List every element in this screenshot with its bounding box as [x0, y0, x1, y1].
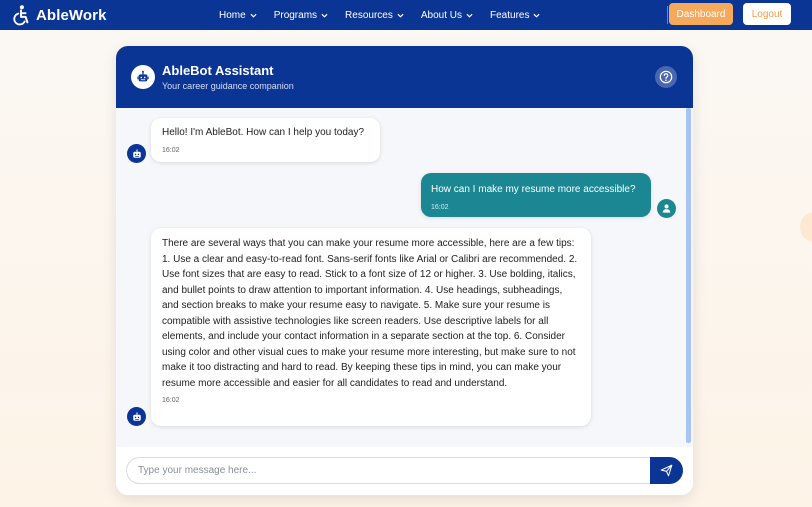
robot-icon: [137, 70, 149, 82]
bot-message: Hello! I'm AbleBot. How can I help you t…: [151, 118, 380, 162]
chat-subtitle: Your career guidance companion: [162, 81, 294, 91]
bot-avatar: [127, 144, 146, 163]
chevron-down-icon: [321, 13, 328, 18]
nav-actions: Dashboard Logout: [669, 3, 791, 25]
nav-item-label: Home: [219, 9, 246, 21]
message-time: 16:02: [431, 203, 449, 211]
send-icon: [660, 464, 673, 477]
chevron-down-icon: [397, 13, 404, 18]
top-navbar: AbleWork Home Programs Resources About U…: [0, 0, 812, 30]
scrollbar[interactable]: [686, 108, 691, 443]
nav-item-features[interactable]: Features: [490, 10, 540, 21]
user-avatar: [657, 199, 676, 218]
robot-icon: [132, 412, 141, 421]
chevron-down-icon: [533, 13, 540, 18]
dashboard-button[interactable]: Dashboard: [669, 3, 733, 25]
chat-panel: AbleBot Assistant Your career guidance c…: [116, 46, 693, 495]
nav-item-home[interactable]: Home: [219, 10, 257, 21]
message-text: How can I make my resume more accessible…: [431, 184, 636, 195]
nav-item-label: About Us: [420, 9, 462, 21]
chevron-down-icon: [250, 13, 257, 18]
user-icon: [662, 204, 671, 213]
chevron-down-icon: [466, 13, 473, 18]
chat-header: AbleBot Assistant Your career guidance c…: [116, 46, 693, 108]
brand-logo[interactable]: AbleWork: [10, 4, 107, 26]
user-message: How can I make my resume more accessible…: [421, 173, 651, 217]
nav-item-about-us[interactable]: About Us: [421, 10, 473, 21]
wheelchair-icon: [13, 5, 29, 26]
message-composer: [116, 447, 693, 495]
nav-item-label: Programs: [273, 9, 318, 21]
help-button[interactable]: [655, 66, 677, 88]
nav-divider: [667, 6, 668, 24]
message-text: There are several ways that you can make…: [162, 238, 578, 389]
nav-item-programs[interactable]: Programs: [274, 10, 328, 21]
message-time: 16:02: [162, 146, 180, 154]
nav-item-resources[interactable]: Resources: [345, 10, 404, 21]
nav-item-label: Resources: [345, 9, 393, 21]
logout-button[interactable]: Logout: [743, 3, 791, 25]
decorative-circle: [800, 212, 812, 242]
chat-title: AbleBot Assistant: [162, 63, 274, 78]
message-time: 16:02: [162, 397, 180, 404]
brand-name: AbleWork: [36, 6, 107, 24]
bot-message: There are several ways that you can make…: [151, 228, 591, 426]
message-list[interactable]: Hello! I'm AbleBot. How can I help you t…: [116, 108, 693, 447]
bot-avatar: [127, 407, 146, 426]
help-icon: [659, 70, 673, 84]
bot-avatar: [131, 65, 155, 89]
nav-item-label: Features: [490, 9, 530, 21]
message-text: Hello! I'm AbleBot. How can I help you t…: [162, 127, 365, 138]
message-input[interactable]: [126, 457, 651, 484]
nav-menu: Home Programs Resources About Us Feature…: [219, 0, 540, 30]
send-button[interactable]: [650, 457, 683, 484]
robot-icon: [132, 149, 141, 158]
